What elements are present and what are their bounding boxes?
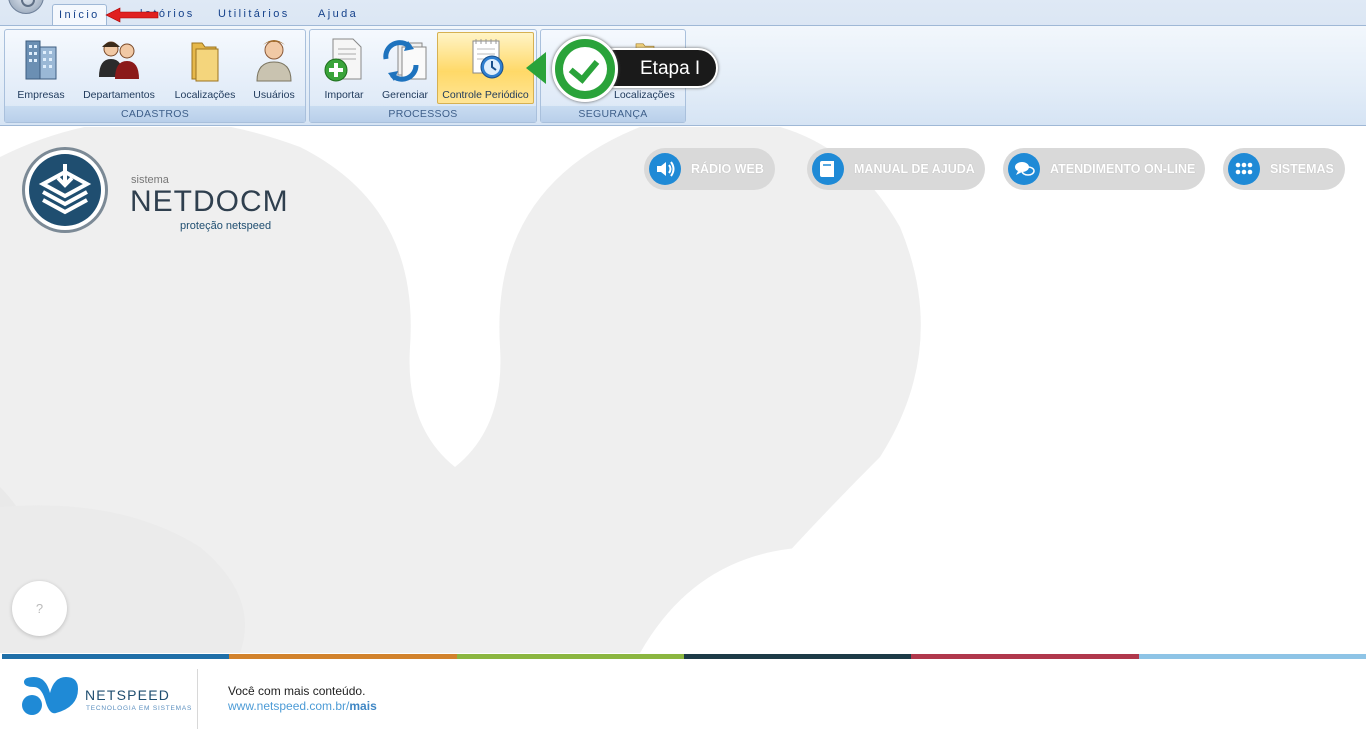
footer-link-bold: mais — [349, 699, 377, 713]
callout-pointer — [526, 52, 546, 84]
book-icon — [812, 153, 844, 185]
checkmark-icon — [552, 36, 618, 102]
manual-de-ajuda-label: MANUAL DE AJUDA — [854, 162, 975, 176]
footer-slogan: Você com mais conteúdo. — [228, 684, 366, 698]
atendimento-online-button[interactable]: ATENDIMENTO ON-LINE — [1003, 148, 1205, 190]
localizacoes-label: Localizações — [174, 89, 236, 101]
atendimento-online-label: ATENDIMENTO ON-LINE — [1050, 162, 1196, 176]
controle-periodico-button[interactable]: Controle Periódico — [437, 32, 534, 104]
group-seguranca-label: SEGURANÇA — [541, 106, 685, 122]
netspeed-logo-icon — [22, 677, 78, 715]
usuarios-label: Usuários — [253, 89, 295, 101]
group-processos-label: PROCESSOS — [310, 106, 536, 122]
document-add-icon — [324, 38, 362, 82]
gerenciar-label: Gerenciar — [381, 89, 429, 101]
netdocm-logo — [22, 147, 108, 233]
chat-bubbles-icon — [1008, 153, 1040, 185]
grid-dots-icon — [1228, 153, 1260, 185]
radio-web-label: RÁDIO WEB — [691, 162, 764, 176]
importar-button[interactable]: Importar — [314, 32, 374, 104]
main-content: sistema NETDOCM proteção netspeed RÁDIO … — [0, 127, 1366, 653]
footer-link[interactable]: www.netspeed.com.br/mais — [228, 699, 377, 713]
ribbon: Início latórios Utilitários Ajuda Empres… — [0, 0, 1366, 126]
user-icon — [256, 40, 292, 82]
departamentos-label: Departamentos — [83, 89, 155, 101]
help-button[interactable]: ? — [12, 581, 67, 636]
step-callout: Etapa I — [526, 36, 726, 104]
sistemas-button[interactable]: SISTEMAS — [1223, 148, 1345, 190]
netspeed-logo-subtitle: TECNOLOGIA EM SISTEMAS — [86, 705, 193, 712]
speaker-icon — [649, 153, 681, 185]
callout-text: Etapa I — [640, 58, 701, 79]
tab-utilitarios[interactable]: Utilitários — [212, 4, 296, 26]
layers-download-icon — [38, 164, 92, 215]
footer-divider — [197, 669, 198, 729]
importar-label: Importar — [324, 89, 364, 101]
brand-name: NETDOCM — [130, 185, 289, 218]
folder-icon — [191, 42, 219, 82]
footer-link-prefix: www.netspeed.com.br/ — [228, 699, 350, 713]
group-processos: Importar Gerenciar Controle Periódico PR… — [309, 29, 537, 123]
group-cadastros: Empresas Departamentos Localizações Usuá… — [4, 29, 306, 123]
red-arrow-icon — [105, 7, 159, 23]
sistemas-label: SISTEMAS — [1270, 162, 1334, 176]
empresas-label: Empresas — [17, 89, 65, 101]
radio-web-button[interactable]: RÁDIO WEB — [644, 148, 775, 190]
people-group-icon — [99, 41, 139, 79]
buildings-icon — [25, 40, 57, 80]
netspeed-logo-text: NETSPEED — [85, 687, 171, 703]
footer: NETSPEED TECNOLOGIA EM SISTEMAS Você com… — [0, 659, 1366, 739]
ribbon-tabs: Início latórios Utilitários Ajuda — [0, 4, 1366, 27]
empresas-button[interactable]: Empresas — [9, 32, 73, 104]
manual-de-ajuda-button[interactable]: MANUAL DE AJUDA — [807, 148, 985, 190]
group-cadastros-label: CADASTROS — [5, 106, 305, 122]
tab-ajuda[interactable]: Ajuda — [312, 4, 364, 26]
controle-periodico-label: Controle Periódico — [442, 89, 529, 101]
refresh-documents-icon — [383, 40, 427, 82]
usuarios-button[interactable]: Usuários — [245, 32, 303, 104]
departamentos-button[interactable]: Departamentos — [77, 32, 161, 104]
brand-tagline: proteção netspeed — [180, 220, 272, 232]
gerenciar-button[interactable]: Gerenciar — [376, 32, 434, 104]
localizacoes-button[interactable]: Localizações — [169, 32, 241, 104]
tab-inicio[interactable]: Início — [52, 4, 107, 27]
calendar-clock-icon — [472, 39, 503, 79]
